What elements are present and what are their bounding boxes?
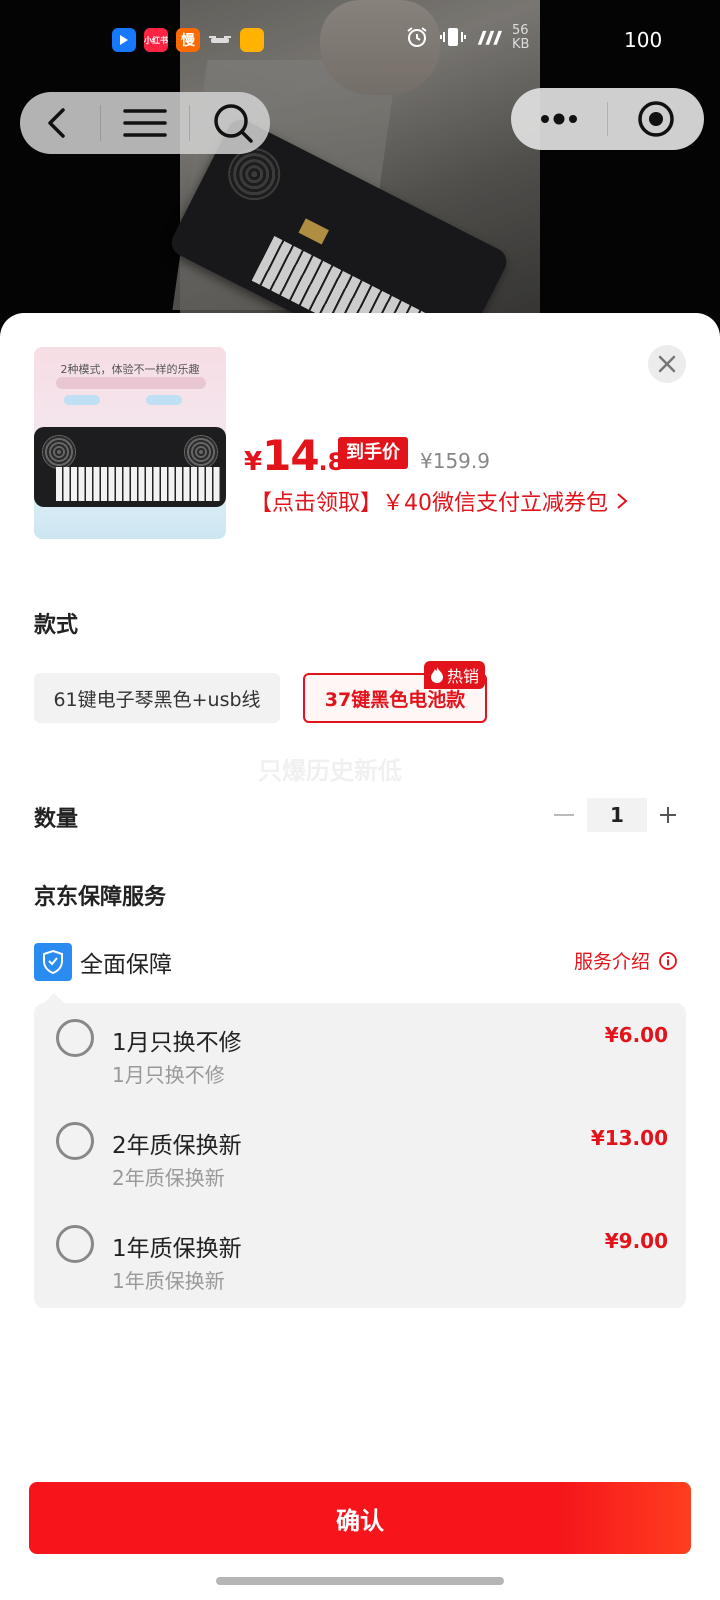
hot-sale-badge: 热销	[424, 661, 486, 689]
miniprogram-capsule	[511, 88, 704, 150]
radio-button[interactable]	[56, 1122, 94, 1160]
product-thumbnail[interactable]: 2种模式，体验不一样的乐趣	[34, 347, 226, 539]
guarantee-title: 京东保障服务	[34, 885, 167, 910]
notification-icons: 小红书 慢	[112, 28, 264, 52]
watermark-text: 只爆历史新低	[258, 757, 402, 785]
nav-capsule	[20, 92, 270, 154]
vibrate-icon	[440, 24, 466, 50]
guarantee-option[interactable]: 1月只换不修 1月只换不修 ¥6.00	[34, 1003, 686, 1093]
more-button[interactable]	[511, 88, 607, 150]
network-speed: 56 KB	[512, 23, 530, 52]
service-intro-link[interactable]: 服务介绍	[574, 947, 678, 974]
hamburger-icon	[123, 109, 167, 137]
quantity-decrease-button[interactable]	[552, 803, 576, 827]
confirm-button[interactable]: 确认	[29, 1482, 691, 1554]
quantity-title: 数量	[34, 807, 79, 832]
plus-icon	[660, 807, 676, 823]
alarm-icon	[404, 24, 430, 50]
close-sheet-button[interactable]	[648, 345, 686, 383]
current-price: ¥ 14 .8	[244, 431, 345, 480]
status-bar: 小红书 慢 56 KB 100	[0, 0, 720, 80]
close-icon	[658, 355, 676, 373]
guarantee-tab-label[interactable]: 全面保障	[80, 945, 172, 979]
xiaohongshu-icon: 小红书	[144, 28, 168, 52]
guarantee-option[interactable]: 2年质保换新 2年质保换新 ¥13.00	[34, 1106, 686, 1196]
search-button[interactable]	[203, 93, 263, 153]
home-indicator[interactable]	[216, 1577, 504, 1585]
shield-icon	[34, 943, 72, 981]
sku-selection-sheet: 2种模式，体验不一样的乐趣 ¥ 14 .8 到手价 ¥159.9 【点击领取】￥…	[0, 313, 720, 1600]
back-button[interactable]	[27, 93, 87, 153]
target-circle-icon	[638, 101, 674, 137]
original-price: ¥159.9	[420, 449, 490, 473]
minus-icon	[554, 814, 574, 816]
more-dots-icon	[541, 113, 577, 125]
quantity-increase-button[interactable]	[656, 803, 680, 827]
battery-level: 100	[624, 28, 663, 52]
system-icons	[404, 24, 502, 50]
coupon-link[interactable]: 【点击领取】￥40微信支付立减券包	[250, 485, 628, 517]
guarantee-option[interactable]: 1年质保换新 1年质保换新 ¥9.00	[34, 1209, 686, 1299]
app-orange-icon: 慢	[176, 28, 200, 52]
app-blue-icon	[112, 28, 136, 52]
final-price-tag: 到手价	[338, 437, 408, 469]
spec-title: 款式	[34, 613, 79, 638]
back-arrow-icon	[48, 108, 65, 138]
app-yellow-icon	[240, 28, 264, 52]
info-icon	[659, 951, 677, 970]
radio-button[interactable]	[56, 1019, 94, 1057]
drone-icon	[208, 28, 232, 52]
flame-icon	[431, 667, 443, 683]
spec-option-61-key[interactable]: 61键电子琴黑色+usb线	[34, 673, 280, 723]
guarantee-options-panel: 1月只换不修 1月只换不修 ¥6.00 2年质保换新 2年质保换新 ¥13.00…	[34, 993, 686, 1308]
chevron-right-icon	[617, 493, 628, 509]
quantity-input[interactable]: 1	[587, 798, 647, 832]
close-miniprogram-button[interactable]	[608, 88, 704, 150]
signal-icon	[476, 24, 502, 50]
radio-button[interactable]	[56, 1225, 94, 1263]
menu-button[interactable]	[115, 93, 175, 153]
search-icon	[214, 104, 253, 143]
